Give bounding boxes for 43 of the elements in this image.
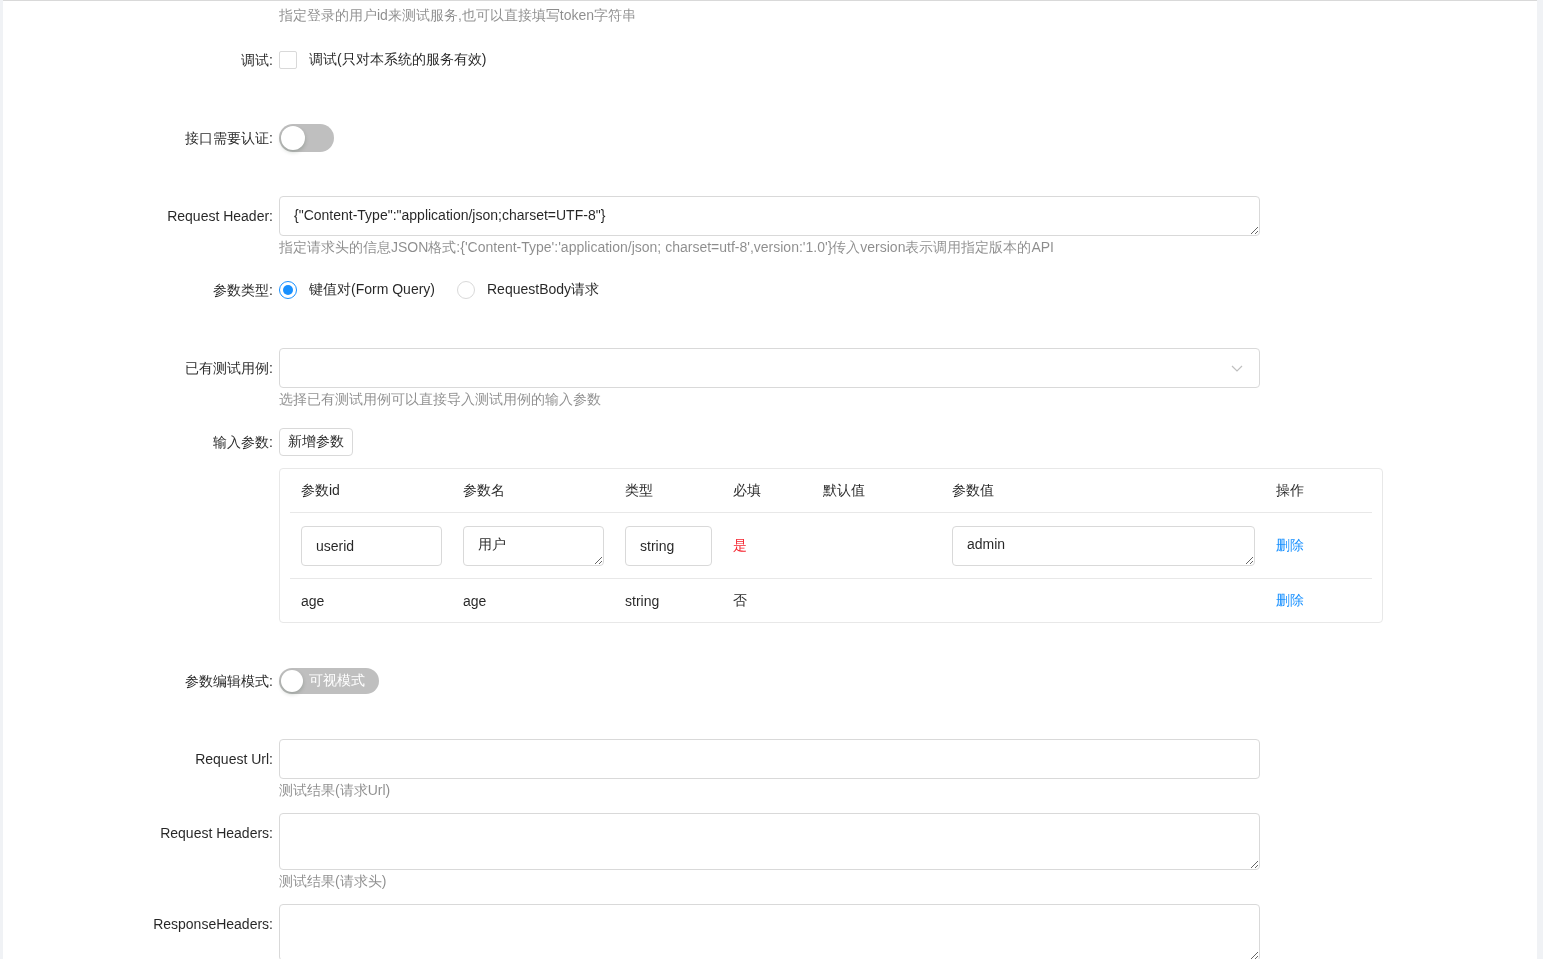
field-label: Request Headers: <box>160 825 273 841</box>
text-area[interactable] <box>279 904 1260 959</box>
input-field[interactable] <box>279 739 1260 779</box>
cell-text-area[interactable]: admin <box>952 525 1255 566</box>
text-area[interactable] <box>279 813 1260 870</box>
field-label: 调试: <box>241 52 273 68</box>
field-label: 参数编辑模式: <box>185 673 273 689</box>
field-hint: 测试结果(请求头) <box>279 872 388 891</box>
field-label: Request Header: <box>167 208 273 224</box>
add-parameter-button[interactable]: 新增参数 <box>279 428 353 456</box>
select-field[interactable] <box>279 348 1260 388</box>
table-cell: age <box>463 592 487 609</box>
column-header: 参数值 <box>952 481 994 498</box>
field-hint: 指定登录的用户id来测试服务,也可以直接填写token字符串 <box>279 6 638 25</box>
text-area[interactable]: {"Content-Type":"application/json;charset=UTF-8"} <box>279 196 1260 236</box>
field-label: ResponseHeaders: <box>153 916 273 932</box>
table-cell: string <box>625 592 660 609</box>
column-header: 类型 <box>625 481 653 498</box>
field-label: 参数类型: <box>213 282 273 298</box>
toggle-switch[interactable] <box>279 124 334 152</box>
column-header: 默认值 <box>823 481 865 498</box>
checkbox-label[interactable]: 调试(只对本系统的服务有效) <box>309 51 487 69</box>
cell-input[interactable]: userid <box>301 525 442 566</box>
checkbox[interactable] <box>279 51 297 69</box>
column-header: 参数名 <box>463 481 505 498</box>
field-label: 输入参数: <box>213 434 273 450</box>
radio-label[interactable]: RequestBody请求 <box>487 281 600 299</box>
required-text: 是 <box>733 536 747 553</box>
cell-input[interactable]: string <box>625 525 712 566</box>
table-cell: age <box>301 592 325 609</box>
chevron-down-icon <box>1231 365 1243 373</box>
column-header: 必填 <box>733 481 761 498</box>
radio-label[interactable]: 键值对(Form Query) <box>309 281 435 299</box>
field-hint: 指定请求头的信息JSON格式:{'Content-Type':'application/json; charset=utf-8',version:'1.0'}传入version表示调用指定版本的API <box>279 238 1055 257</box>
column-header: 操作 <box>1276 481 1304 498</box>
field-label: 已有测试用例: <box>185 360 273 376</box>
cell-text-area[interactable]: 用户 <box>463 525 604 566</box>
field-label: Request Url: <box>195 751 273 767</box>
field-hint: 选择已有测试用例可以直接导入测试用例的输入参数 <box>279 390 602 409</box>
column-header: 参数id <box>301 481 340 498</box>
required-text: 否 <box>733 591 747 608</box>
field-hint: 测试结果(请求Url) <box>279 781 392 800</box>
field-label: 接口需要认证: <box>185 130 273 146</box>
